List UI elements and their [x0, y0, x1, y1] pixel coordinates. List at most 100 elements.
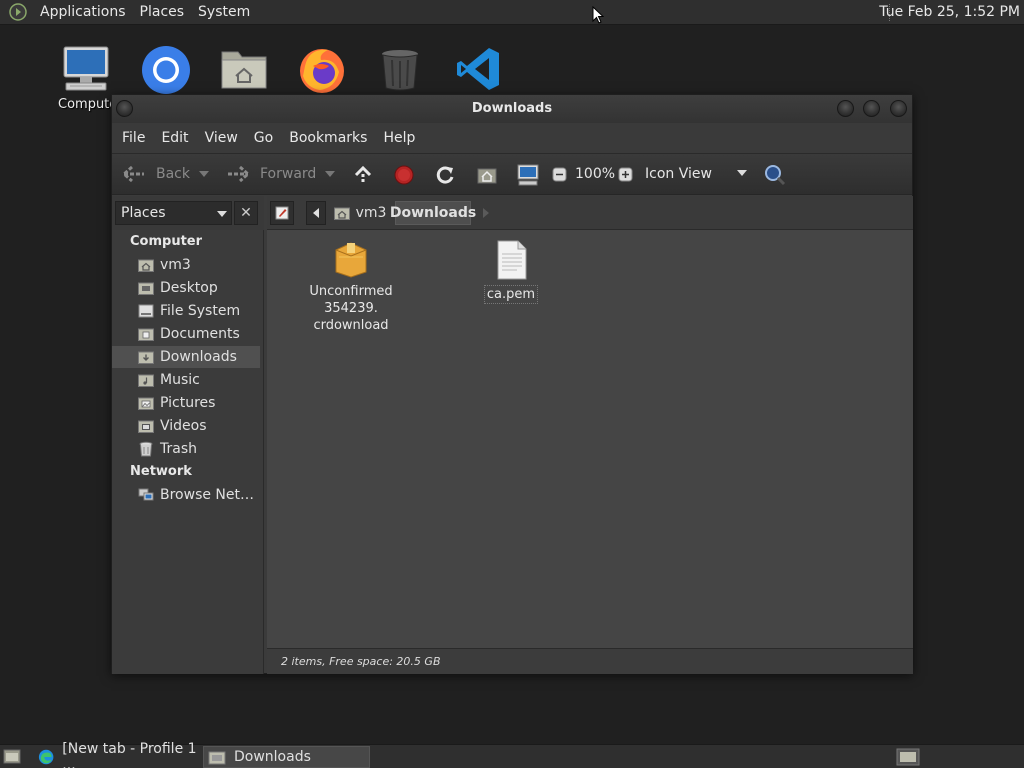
close-button[interactable] — [890, 100, 907, 117]
sidebar-item-label: Downloads — [160, 349, 237, 365]
sidebar-item-music[interactable]: Music — [112, 369, 260, 391]
sidebar: Computer vm3 Desktop File System Documen… — [112, 230, 264, 674]
search-icon[interactable] — [763, 163, 787, 187]
menu-go[interactable]: Go — [246, 130, 281, 146]
home-folder-icon — [138, 259, 154, 272]
pictures-folder-icon — [138, 397, 154, 410]
task-edge-window[interactable]: [New tab - Profile 1 ... — [34, 741, 200, 768]
back-arrow-icon — [122, 165, 144, 183]
sidebar-item-file-system[interactable]: File System — [112, 300, 260, 322]
back-button[interactable]: Back — [122, 165, 190, 183]
stop-icon[interactable] — [394, 165, 414, 185]
sidebar-item-label: Documents — [160, 326, 240, 342]
sidebar-item-label: File System — [160, 303, 241, 319]
window-title: Downloads — [471, 101, 553, 116]
chevron-right-icon — [483, 208, 489, 218]
path-scroll-right-button[interactable] — [477, 201, 495, 225]
sidebar-item-documents[interactable]: Documents — [112, 323, 260, 345]
menubar: File Edit View Go Bookmarks Help — [112, 123, 912, 153]
path-crumb-vm3[interactable]: vm3 — [330, 201, 390, 225]
file-view[interactable]: Unconfirmed 354239. crdownload ca.pem — [267, 230, 913, 648]
sidebar-item-label: Pictures — [160, 395, 216, 411]
zoom-in-icon[interactable] — [618, 167, 633, 182]
edit-location-icon — [275, 206, 289, 220]
minimize-button[interactable] — [837, 100, 854, 117]
path-bar: vm3 Downloads — [267, 196, 913, 230]
reload-icon[interactable] — [435, 165, 455, 185]
status-bar: 2 items, Free space: 20.5 GB — [267, 648, 913, 674]
desktop-computer-icon[interactable] — [58, 44, 118, 96]
computer-label[interactable]: Compute — [58, 97, 117, 112]
desktop-folder-icon — [138, 282, 154, 295]
sidebar-item-vm3[interactable]: vm3 — [112, 254, 260, 276]
computer-icon[interactable] — [516, 164, 540, 186]
menu-bookmarks[interactable]: Bookmarks — [281, 130, 375, 146]
sidebar-item-browse-network[interactable]: Browse Net… — [112, 484, 260, 506]
sidebar-item-desktop[interactable]: Desktop — [112, 277, 260, 299]
toggle-location-entry-button[interactable] — [270, 201, 294, 225]
chevron-down-icon — [737, 170, 747, 176]
home-folder-icon — [333, 207, 350, 220]
window-menu-button[interactable] — [116, 100, 133, 117]
sidebar-heading-network: Network — [130, 464, 192, 479]
clock[interactable]: Tue Feb 25, 1:52 PM — [879, 4, 1020, 20]
music-folder-icon — [138, 374, 154, 387]
path-crumb-downloads[interactable]: Downloads — [390, 201, 476, 225]
task-downloads-window[interactable]: Downloads — [203, 746, 370, 768]
sidebar-close-button[interactable]: ✕ — [234, 201, 258, 225]
firefox-icon[interactable] — [295, 44, 355, 96]
file-item[interactable]: ca.pem — [473, 240, 549, 304]
vscode-icon[interactable] — [453, 44, 513, 96]
zoom-level[interactable]: 100% — [575, 166, 615, 182]
view-mode-select[interactable]: Icon View — [645, 166, 749, 182]
home-folder-icon[interactable] — [216, 44, 276, 96]
chromium-icon[interactable] — [137, 44, 197, 96]
sidebar-type-select[interactable]: Places — [115, 201, 232, 225]
menu-file[interactable]: File — [114, 130, 153, 146]
sidebar-item-trash[interactable]: Trash — [112, 438, 260, 460]
sidebar-item-downloads[interactable]: Downloads — [112, 346, 260, 368]
mouse-cursor-icon — [592, 6, 604, 24]
path-scroll-left-button[interactable] — [306, 201, 326, 225]
sidebar-item-label: Music — [160, 372, 200, 388]
up-arrow-icon[interactable] — [353, 165, 373, 185]
sidebar-item-pictures[interactable]: Pictures — [112, 392, 260, 414]
show-desktop-icon[interactable] — [3, 748, 21, 764]
file-item[interactable]: Unconfirmed 354239. crdownload — [281, 240, 421, 334]
applications-menu[interactable]: Applications — [33, 4, 133, 20]
back-label: Back — [156, 166, 190, 182]
sidebar-item-videos[interactable]: Videos — [112, 415, 260, 437]
sidebar-header: Places ✕ — [112, 196, 264, 230]
trash-desktop-icon[interactable] — [374, 44, 434, 96]
sidebar-type-label: Places — [121, 205, 166, 221]
path-crumb-label: Downloads — [389, 205, 477, 221]
home-icon[interactable] — [476, 164, 498, 184]
window-titlebar[interactable]: Downloads — [112, 95, 912, 123]
path-crumb-label: vm3 — [355, 205, 387, 221]
system-menu[interactable]: System — [191, 4, 257, 20]
forward-history-dropdown-icon[interactable] — [325, 171, 335, 177]
menu-view[interactable]: View — [197, 130, 246, 146]
sidebar-item-label: Trash — [160, 441, 197, 457]
sidebar-item-label: Browse Net… — [160, 487, 255, 503]
file-manager-window: Downloads File Edit View Go Bookmarks He… — [111, 94, 913, 674]
drive-icon — [138, 304, 154, 318]
trash-icon — [139, 441, 153, 457]
maximize-button[interactable] — [863, 100, 880, 117]
sidebar-heading-computer: Computer — [130, 234, 203, 249]
folder-icon — [208, 751, 226, 765]
chevron-left-icon — [313, 208, 319, 218]
text-file-icon — [497, 240, 527, 280]
back-history-dropdown-icon[interactable] — [199, 171, 209, 177]
forward-button[interactable]: Forward — [226, 165, 316, 183]
file-name: ca.pem — [483, 285, 539, 304]
task-label: [New tab - Profile 1 ... — [62, 741, 197, 768]
sidebar-item-label: vm3 — [160, 257, 191, 273]
places-menu[interactable]: Places — [133, 4, 192, 20]
menu-help[interactable]: Help — [375, 130, 423, 146]
distro-logo-icon[interactable] — [9, 3, 27, 21]
zoom-out-icon[interactable] — [552, 167, 567, 182]
bottom-panel: [New tab - Profile 1 ... Downloads — [0, 741, 1024, 768]
workspace-switcher-icon[interactable] — [896, 748, 920, 766]
menu-edit[interactable]: Edit — [153, 130, 196, 146]
